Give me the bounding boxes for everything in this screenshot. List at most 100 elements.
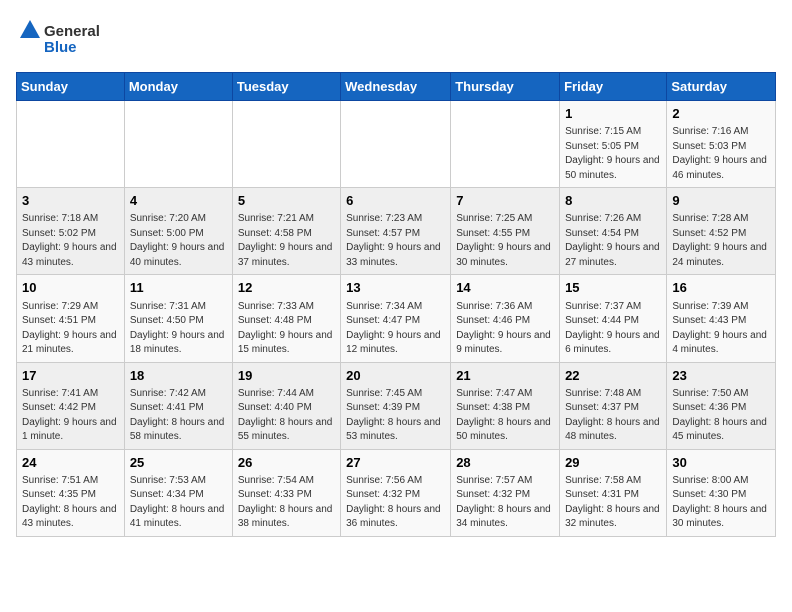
day-number: 14: [456, 279, 554, 297]
day-number: 19: [238, 367, 335, 385]
day-cell: 21Sunrise: 7:47 AM Sunset: 4:38 PM Dayli…: [451, 362, 560, 449]
day-cell: 9 Sunrise: 7:28 AM Sunset: 4:52 PM Daylig…: [667, 188, 776, 275]
weekday-saturday: Saturday: [667, 73, 776, 101]
day-number: 6: [346, 192, 445, 210]
day-cell: 8 Sunrise: 7:26 AM Sunset: 4:54 PM Daylig…: [560, 188, 667, 275]
weekday-tuesday: Tuesday: [232, 73, 340, 101]
day-cell: 14 Sunrise: 7:36 AM Sunset: 4:46 PM Dayli…: [451, 275, 560, 362]
day-info: Sunrise: 7:34 AM Sunset: 4:47 PM Dayligh…: [346, 300, 445, 358]
day-info: Sunrise: 7:48 AM Sunset: 4:37 PM Dayligh…: [565, 387, 661, 445]
logo-svg: GeneralBlue: [16, 16, 106, 60]
day-number: 16: [672, 279, 770, 297]
day-number: 10: [22, 279, 119, 297]
day-number: 24: [22, 454, 119, 472]
day-cell: 3 Sunrise: 7:18 AM Sunset: 5:02 PM Daylig…: [17, 188, 125, 275]
day-cell: 2 Sunrise: 7:16 AM Sunset: 5:03 PM Daylig…: [667, 101, 776, 188]
day-cell: 29 Sunrise: 7:58 AM Sunset: 4:31 PM Dayli…: [560, 449, 667, 536]
day-cell: 7 Sunrise: 7:25 AM Sunset: 4:55 PM Daylig…: [451, 188, 560, 275]
week-row-1: 1 Sunrise: 7:15 AM Sunset: 5:05 PM Daylig…: [17, 101, 776, 188]
week-row-3: 10 Sunrise: 7:29 AM Sunset: 4:51 PM Dayli…: [17, 275, 776, 362]
day-cell: 13 Sunrise: 7:34 AM Sunset: 4:47 PM Dayli…: [341, 275, 451, 362]
day-cell: 10 Sunrise: 7:29 AM Sunset: 4:51 PM Dayli…: [17, 275, 125, 362]
calendar-body: 1 Sunrise: 7:15 AM Sunset: 5:05 PM Daylig…: [17, 101, 776, 537]
day-info: Sunrise: 7:18 AM Sunset: 5:02 PM Dayligh…: [22, 212, 119, 270]
day-cell: 16 Sunrise: 7:39 AM Sunset: 4:43 PM Dayli…: [667, 275, 776, 362]
day-number: 15: [565, 279, 661, 297]
logo: GeneralBlue: [16, 16, 106, 60]
week-row-2: 3 Sunrise: 7:18 AM Sunset: 5:02 PM Daylig…: [17, 188, 776, 275]
day-info: Sunrise: 7:16 AM Sunset: 5:03 PM Dayligh…: [672, 125, 770, 183]
day-info: Sunrise: 7:44 AM Sunset: 4:40 PM Dayligh…: [238, 387, 335, 445]
day-cell: [17, 101, 125, 188]
day-cell: [451, 101, 560, 188]
header: GeneralBlue: [16, 16, 776, 60]
day-info: Sunrise: 7:37 AM Sunset: 4:44 PM Dayligh…: [565, 300, 661, 358]
day-cell: [341, 101, 451, 188]
day-number: 18: [130, 367, 227, 385]
day-number: 13: [346, 279, 445, 297]
weekday-sunday: Sunday: [17, 73, 125, 101]
day-info: Sunrise: 7:56 AM Sunset: 4:32 PM Dayligh…: [346, 474, 445, 532]
day-cell: 20 Sunrise: 7:45 AM Sunset: 4:39 PM Dayli…: [341, 362, 451, 449]
day-number: 20: [346, 367, 445, 385]
day-info: Sunrise: 8:00 AM Sunset: 4:30 PM Dayligh…: [672, 474, 770, 532]
day-number: 2: [672, 105, 770, 123]
day-cell: 30Sunrise: 8:00 AM Sunset: 4:30 PM Dayli…: [667, 449, 776, 536]
day-cell: [232, 101, 340, 188]
day-cell: 1 Sunrise: 7:15 AM Sunset: 5:05 PM Daylig…: [560, 101, 667, 188]
day-info: Sunrise: 7:21 AM Sunset: 4:58 PM Dayligh…: [238, 212, 335, 270]
day-info: Sunrise: 7:39 AM Sunset: 4:43 PM Dayligh…: [672, 300, 770, 358]
day-info: Sunrise: 7:36 AM Sunset: 4:46 PM Dayligh…: [456, 300, 554, 358]
day-cell: 15 Sunrise: 7:37 AM Sunset: 4:44 PM Dayli…: [560, 275, 667, 362]
day-cell: 6 Sunrise: 7:23 AM Sunset: 4:57 PM Daylig…: [341, 188, 451, 275]
day-number: 8: [565, 192, 661, 210]
calendar: SundayMondayTuesdayWednesdayThursdayFrid…: [16, 72, 776, 537]
day-number: 12: [238, 279, 335, 297]
day-cell: 12 Sunrise: 7:33 AM Sunset: 4:48 PM Dayli…: [232, 275, 340, 362]
day-info: Sunrise: 7:50 AM Sunset: 4:36 PM Dayligh…: [672, 387, 770, 445]
day-info: Sunrise: 7:15 AM Sunset: 5:05 PM Dayligh…: [565, 125, 661, 183]
day-number: 28: [456, 454, 554, 472]
day-info: Sunrise: 7:23 AM Sunset: 4:57 PM Dayligh…: [346, 212, 445, 270]
day-cell: 28Sunrise: 7:57 AM Sunset: 4:32 PM Dayli…: [451, 449, 560, 536]
day-number: 4: [130, 192, 227, 210]
weekday-friday: Friday: [560, 73, 667, 101]
day-info: Sunrise: 7:29 AM Sunset: 4:51 PM Dayligh…: [22, 300, 119, 358]
day-number: 21: [456, 367, 554, 385]
day-info: Sunrise: 7:41 AM Sunset: 4:42 PM Dayligh…: [22, 387, 119, 445]
day-info: Sunrise: 7:45 AM Sunset: 4:39 PM Dayligh…: [346, 387, 445, 445]
day-cell: 25Sunrise: 7:53 AM Sunset: 4:34 PM Dayli…: [124, 449, 232, 536]
svg-text:Blue: Blue: [44, 39, 77, 56]
day-info: Sunrise: 7:31 AM Sunset: 4:50 PM Dayligh…: [130, 300, 227, 358]
day-info: Sunrise: 7:25 AM Sunset: 4:55 PM Dayligh…: [456, 212, 554, 270]
day-number: 1: [565, 105, 661, 123]
day-info: Sunrise: 7:26 AM Sunset: 4:54 PM Dayligh…: [565, 212, 661, 270]
week-row-5: 24 Sunrise: 7:51 AM Sunset: 4:35 PM Dayli…: [17, 449, 776, 536]
weekday-wednesday: Wednesday: [341, 73, 451, 101]
day-info: Sunrise: 7:28 AM Sunset: 4:52 PM Dayligh…: [672, 212, 770, 270]
day-cell: 5Sunrise: 7:21 AM Sunset: 4:58 PM Daylig…: [232, 188, 340, 275]
day-cell: [124, 101, 232, 188]
day-cell: 11 Sunrise: 7:31 AM Sunset: 4:50 PM Dayli…: [124, 275, 232, 362]
day-number: 29: [565, 454, 661, 472]
day-info: Sunrise: 7:51 AM Sunset: 4:35 PM Dayligh…: [22, 474, 119, 532]
day-number: 11: [130, 279, 227, 297]
day-cell: 26Sunrise: 7:54 AM Sunset: 4:33 PM Dayli…: [232, 449, 340, 536]
day-info: Sunrise: 7:58 AM Sunset: 4:31 PM Dayligh…: [565, 474, 661, 532]
day-cell: 17 Sunrise: 7:41 AM Sunset: 4:42 PM Dayli…: [17, 362, 125, 449]
day-number: 27: [346, 454, 445, 472]
weekday-thursday: Thursday: [451, 73, 560, 101]
day-number: 25: [130, 454, 227, 472]
day-number: 17: [22, 367, 119, 385]
day-number: 9: [672, 192, 770, 210]
day-number: 7: [456, 192, 554, 210]
day-cell: 22 Sunrise: 7:48 AM Sunset: 4:37 PM Dayli…: [560, 362, 667, 449]
day-cell: 27 Sunrise: 7:56 AM Sunset: 4:32 PM Dayli…: [341, 449, 451, 536]
week-row-4: 17 Sunrise: 7:41 AM Sunset: 4:42 PM Dayli…: [17, 362, 776, 449]
day-number: 22: [565, 367, 661, 385]
day-number: 26: [238, 454, 335, 472]
day-cell: 4Sunrise: 7:20 AM Sunset: 5:00 PM Daylig…: [124, 188, 232, 275]
day-info: Sunrise: 7:33 AM Sunset: 4:48 PM Dayligh…: [238, 300, 335, 358]
day-number: 3: [22, 192, 119, 210]
day-info: Sunrise: 7:42 AM Sunset: 4:41 PM Dayligh…: [130, 387, 227, 445]
